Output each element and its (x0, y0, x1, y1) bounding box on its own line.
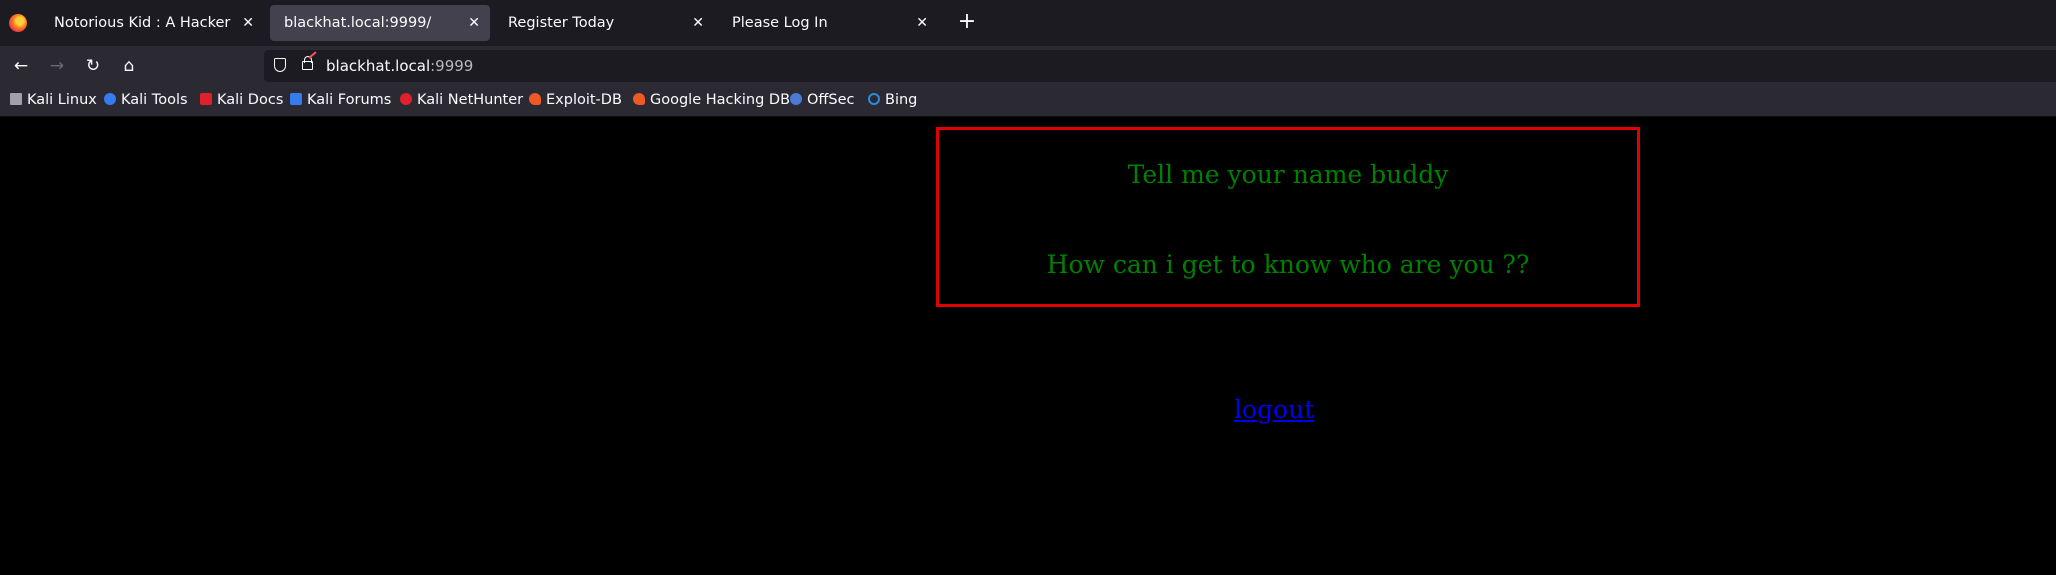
bookmark-label: Kali Linux (27, 92, 97, 108)
page-content: Tell me your name buddy How can i get to… (0, 117, 2056, 575)
bookmark-label: Exploit-DB (546, 92, 622, 108)
tab-register-today[interactable]: Register Today ✕ (494, 5, 714, 41)
bookmark-label: OffSec (807, 92, 855, 108)
insecure-lock-icon[interactable] (302, 56, 313, 70)
tab-title: blackhat.local:9999/ (284, 15, 432, 31)
url-port: :9999 (430, 57, 474, 75)
bookmark-kali-linux[interactable]: Kali Linux (10, 85, 97, 115)
message-box: Tell me your name buddy How can i get to… (936, 127, 1640, 307)
kali-forums-icon (290, 93, 302, 105)
message-line-who: How can i get to know who are you ?? (1046, 250, 1530, 279)
message-line-name: Tell me your name buddy (1127, 160, 1449, 189)
tab-title: Please Log In (732, 15, 828, 31)
tab-title: Notorious Kid : A Hacker (54, 15, 231, 31)
bookmark-bing[interactable]: Bing (868, 85, 917, 115)
tab-please-log-in[interactable]: Please Log In ✕ (718, 5, 938, 41)
bookmark-label: Kali NetHunter (417, 92, 524, 108)
kali-dragon-icon (10, 93, 22, 105)
bing-search-icon (868, 93, 880, 105)
close-icon[interactable]: ✕ (916, 5, 928, 41)
offsec-icon (790, 93, 802, 105)
tab-strip: Notorious Kid : A Hacker ✕ blackhat.loca… (0, 0, 2056, 46)
tab-title: Register Today (508, 15, 615, 31)
new-tab-button[interactable]: + (953, 8, 981, 36)
exploit-db-icon (529, 93, 541, 105)
close-icon[interactable]: ✕ (692, 5, 704, 41)
close-icon[interactable]: ✕ (242, 5, 254, 41)
logout-link[interactable]: logout (1234, 395, 1314, 424)
kali-docs-icon (200, 93, 212, 105)
back-arrow-icon[interactable]: ← (9, 54, 33, 78)
close-icon[interactable]: ✕ (468, 5, 480, 41)
bookmark-kali-docs[interactable]: Kali Docs (200, 85, 283, 115)
address-bar[interactable]: blackhat.local:9999 (264, 50, 2056, 82)
kali-tools-icon (104, 93, 116, 105)
bookmark-offsec[interactable]: OffSec (790, 85, 855, 115)
firefox-icon[interactable] (9, 14, 27, 32)
ghdb-icon (633, 93, 645, 105)
bookmark-label: Google Hacking DB (650, 92, 791, 108)
bookmark-label: Bing (885, 92, 918, 108)
tab-notorious-kid[interactable]: Notorious Kid : A Hacker ✕ (40, 5, 264, 41)
bookmark-kali-tools[interactable]: Kali Tools (104, 85, 188, 115)
reload-icon[interactable]: ↻ (81, 54, 105, 78)
bookmark-google-hacking-db[interactable]: Google Hacking DB (633, 85, 790, 115)
bookmark-kali-forums[interactable]: Kali Forums (290, 85, 391, 115)
bookmarks-toolbar: Kali Linux Kali Tools Kali Docs Kali For… (0, 85, 2056, 117)
tab-blackhat-local[interactable]: blackhat.local:9999/ ✕ (270, 5, 490, 41)
bookmark-label: Kali Forums (307, 92, 392, 108)
navigation-toolbar: ← → ↻ ⌂ blackhat.local:9999 (0, 46, 2056, 85)
url-host: blackhat.local (326, 57, 431, 75)
bookmark-label: Kali Docs (217, 92, 284, 108)
home-icon[interactable]: ⌂ (117, 54, 141, 78)
bookmark-label: Kali Tools (121, 92, 188, 108)
tracking-protection-shield-icon[interactable] (274, 58, 286, 72)
forward-arrow-icon[interactable]: → (45, 54, 69, 78)
bookmark-exploit-db[interactable]: Exploit-DB (529, 85, 622, 115)
url-text[interactable]: blackhat.local:9999 (326, 50, 473, 82)
nethunter-icon (400, 93, 412, 105)
bookmark-kali-nethunter[interactable]: Kali NetHunter (400, 85, 523, 115)
